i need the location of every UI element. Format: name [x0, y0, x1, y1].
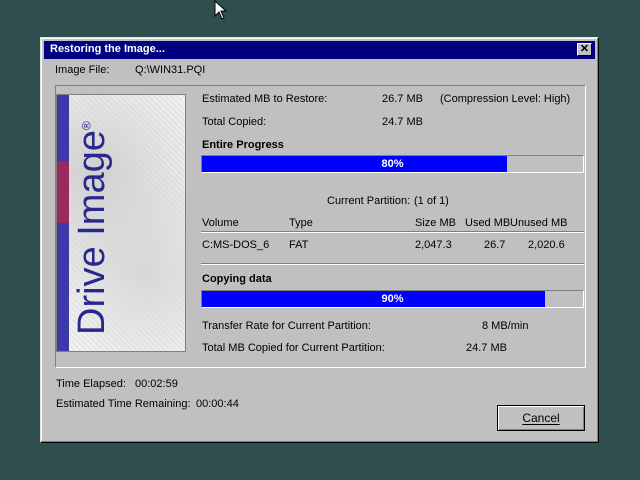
copying-data-heading: Copying data: [202, 273, 272, 285]
image-file-label: Image File:: [55, 64, 110, 76]
total-copied-label: Total Copied:: [202, 116, 267, 128]
close-button[interactable]: ✕: [577, 43, 592, 56]
copying-progress-bar: 90%: [201, 290, 584, 308]
restore-dialog: Restoring the Image... ✕ Image File: Q:\…: [40, 37, 599, 443]
time-elapsed-value: 00:02:59: [135, 378, 178, 390]
compression-level: (Compression Level: High): [440, 93, 571, 105]
col-size: Size MB: [415, 217, 456, 229]
title-bar[interactable]: Restoring the Image... ✕: [44, 41, 595, 59]
current-partition-value: (1 of 1): [414, 195, 449, 207]
estimated-mb-label: Estimated MB to Restore:: [202, 93, 328, 105]
col-used: Used MB: [465, 217, 511, 229]
row-used: 26.7: [484, 239, 506, 251]
logo-brand-text: Drive Image®: [71, 121, 113, 335]
cancel-button-label: Cancel: [522, 411, 560, 425]
current-partition-label: Current Partition:: [327, 195, 411, 207]
row-volume: C:MS-DOS_6: [202, 239, 270, 251]
cancel-button[interactable]: Cancel: [497, 405, 585, 431]
row-size: 2,047.3: [415, 239, 452, 251]
copying-divider: [201, 263, 584, 265]
row-unused: 2,020.6: [528, 239, 565, 251]
copying-progress-label: 90%: [381, 293, 404, 305]
logo-red-stripe: [57, 161, 69, 223]
transfer-rate-label: Transfer Rate for Current Partition:: [202, 320, 371, 332]
estimated-mb-value: 26.7 MB: [382, 93, 423, 105]
transfer-rate-value: 8 MB/min: [482, 320, 529, 332]
window-title: Restoring the Image...: [50, 43, 165, 55]
mouse-pointer-icon: [214, 0, 228, 20]
row-type: FAT: [289, 239, 309, 251]
logo-blue-stripe: [57, 95, 69, 351]
entire-progress-bar: 80%: [201, 155, 584, 173]
table-header-divider: [201, 231, 584, 233]
col-type: Type: [289, 217, 313, 229]
time-remaining-label: Estimated Time Remaining:: [56, 398, 191, 410]
col-volume: Volume: [202, 217, 239, 229]
time-elapsed-label: Time Elapsed:: [56, 378, 126, 390]
image-file-value: Q:\WIN31.PQI: [135, 64, 206, 76]
total-copied-value: 24.7 MB: [382, 116, 423, 128]
total-copied-partition-value: 24.7 MB: [466, 342, 507, 354]
time-remaining-value: 00:00:44: [196, 398, 239, 410]
entire-progress-heading: Entire Progress: [202, 139, 284, 151]
entire-progress-label: 80%: [381, 158, 404, 170]
drive-image-logo: Drive Image®: [56, 94, 186, 352]
total-copied-partition-label: Total MB Copied for Current Partition:: [202, 342, 385, 354]
col-unused: Unused MB: [510, 217, 568, 229]
